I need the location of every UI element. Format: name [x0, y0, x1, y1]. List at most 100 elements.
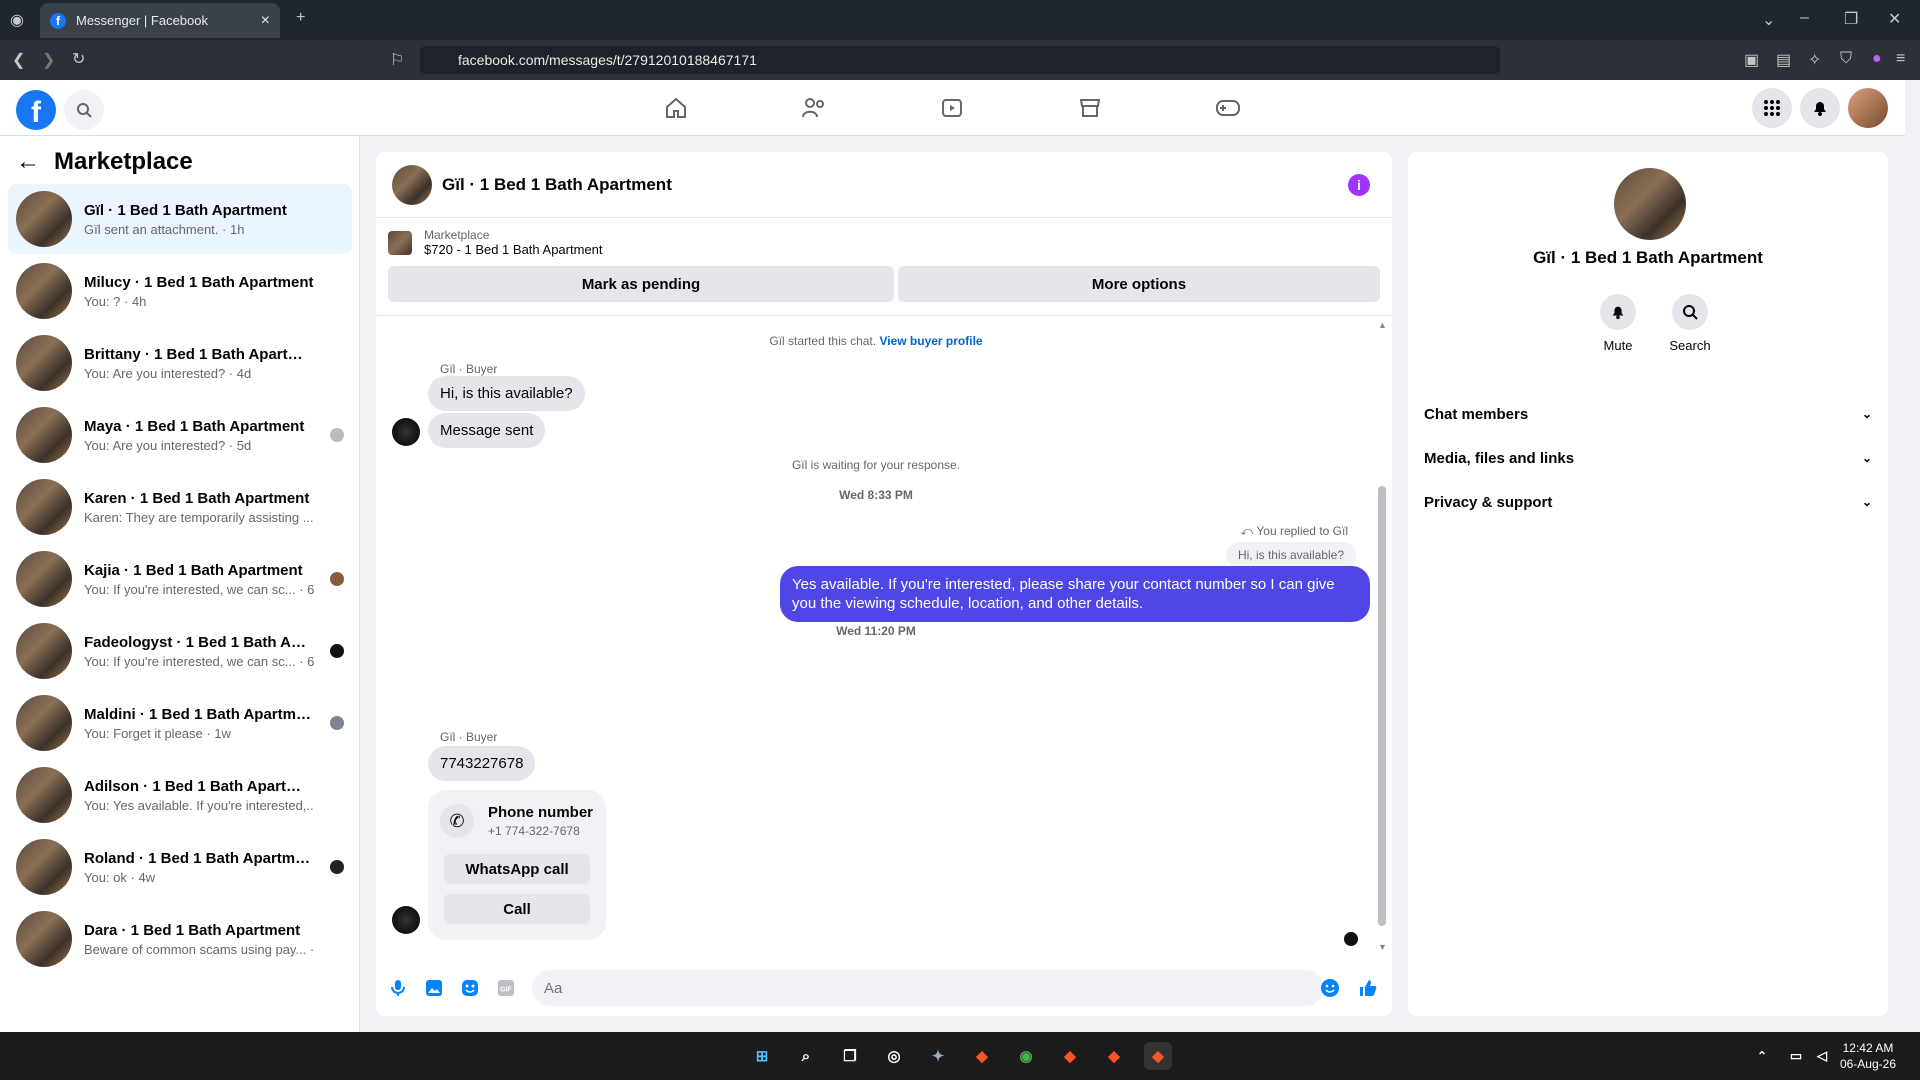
notifications-bell-icon[interactable] [1800, 88, 1840, 128]
listing-summary[interactable]: Marketplace $720 - 1 Bed 1 Bath Apartmen… [388, 228, 603, 257]
brave-browser-icon[interactable]: ◆ [1056, 1042, 1084, 1070]
menu-grid-icon[interactable] [1752, 88, 1792, 128]
conversation-item[interactable]: Brittany · 1 Bed 1 Bath Apartment You: Ar… [8, 328, 352, 398]
watch-icon[interactable] [938, 94, 966, 122]
back-icon[interactable]: ❮ [12, 50, 25, 70]
chat-members-section[interactable]: Chat members ⌄ [1424, 394, 1872, 434]
microphone-icon[interactable] [388, 978, 408, 998]
clock[interactable]: 12:42 AM 06-Aug-26 [1840, 1040, 1896, 1072]
scrollbar[interactable]: ▲ ▼ [1378, 320, 1387, 952]
incoming-message[interactable]: 7743227678 [428, 746, 536, 781]
avatar [16, 767, 72, 823]
profile-icon[interactable]: ● [1872, 50, 1882, 68]
incoming-message[interactable]: Hi, is this available? [428, 376, 585, 411]
reload-icon[interactable]: ↻ [72, 49, 85, 69]
conversation-preview: You: If you're interested, we can sc... … [84, 581, 314, 597]
photo-icon[interactable] [424, 978, 444, 998]
conversation-item[interactable]: Maya · 1 Bed 1 Bath Apartment You: Are yo… [8, 400, 352, 470]
facebook-favicon-icon: f [50, 12, 66, 29]
thumbs-up-icon[interactable] [1358, 978, 1378, 998]
browser-tab[interactable]: f Messenger | Facebook × [40, 3, 280, 38]
tab-list-icon[interactable]: ⌄ [1762, 10, 1775, 30]
scrollbar-thumb[interactable] [1378, 486, 1386, 926]
conversation-name: Roland · 1 Bed 1 Bath Apartment [84, 849, 314, 867]
incoming-message[interactable]: Message sent [428, 413, 546, 448]
message-input[interactable] [532, 970, 1324, 1006]
avatar[interactable] [392, 906, 420, 934]
conversation-item[interactable]: Milucy · 1 Bed 1 Bath Apartment You: ? · … [8, 256, 352, 326]
conversation-name: Gïl · 1 Bed 1 Bath Apartment [84, 201, 287, 219]
call-button[interactable]: Call [444, 894, 590, 924]
emoji-icon[interactable] [1320, 978, 1340, 998]
conversation-item[interactable]: Roland · 1 Bed 1 Bath Apartment You: ok ·… [8, 832, 352, 902]
wallet-icon[interactable]: ▤ [1776, 50, 1791, 70]
address-bar[interactable]: facebook.com/messages/t/2791201018846717… [420, 46, 1500, 74]
back-arrow-icon[interactable]: ← [16, 148, 40, 176]
avatar[interactable] [392, 418, 420, 446]
restore-icon[interactable]: ❐ [1844, 9, 1858, 29]
avatar[interactable] [392, 164, 432, 205]
app-icon[interactable]: ✦ [924, 1042, 952, 1070]
conversation-item[interactable]: Maldini · 1 Bed 1 Bath Apartment You: For… [8, 688, 352, 758]
app-icon[interactable]: ◎ [880, 1042, 908, 1070]
sender-label: Gïl · Buyer [440, 362, 498, 376]
window-close-icon[interactable]: ✕ [1888, 9, 1901, 29]
friends-icon[interactable] [800, 94, 828, 122]
conversation-item[interactable]: Adilson · 1 Bed 1 Bath Apartment You: Yes… [8, 760, 352, 830]
gaming-icon[interactable] [1214, 94, 1242, 122]
scroll-down-icon[interactable]: ▼ [1378, 942, 1387, 952]
search-icon[interactable]: ⌕ [792, 1042, 820, 1070]
browser-menu-icon-2[interactable]: ≡ [1896, 50, 1905, 68]
search-icon[interactable] [64, 90, 104, 130]
forward-icon[interactable]: ❯ [42, 50, 55, 70]
leo-icon[interactable]: ✧ [1808, 50, 1821, 70]
gif-icon[interactable]: GIF [496, 978, 516, 998]
bell-icon [1600, 294, 1636, 330]
quoted-message[interactable]: Hi, is this available? [1225, 542, 1356, 568]
conversation-item[interactable]: Dara · 1 Bed 1 Bath Apartment Beware of c… [8, 904, 352, 974]
whatsapp-call-button[interactable]: WhatsApp call [444, 854, 590, 884]
sidebar-toggle-icon[interactable]: ▣ [1744, 50, 1759, 70]
bookmark-icon[interactable]: ⚐ [390, 50, 404, 70]
conversation-preview: You: If you're interested, we can sc... … [84, 653, 314, 669]
mute-button[interactable]: Mute [1588, 294, 1648, 353]
view-buyer-profile-link[interactable]: View buyer profile [879, 334, 982, 348]
privacy-support-section[interactable]: Privacy & support ⌄ [1424, 482, 1872, 522]
chevron-up-icon[interactable]: ⌃ [1748, 1042, 1776, 1070]
facebook-logo-icon[interactable]: f [16, 90, 56, 130]
account-avatar[interactable] [1848, 88, 1888, 128]
mark-pending-button[interactable]: Mark as pending [388, 266, 894, 302]
start-icon[interactable]: ⊞ [748, 1042, 776, 1070]
scroll-up-icon[interactable]: ▲ [1378, 320, 1387, 330]
minimize-icon[interactable]: – [1800, 9, 1809, 27]
browser-menu-icon[interactable]: ◉ [10, 10, 24, 30]
chrome-icon[interactable]: ◉ [1012, 1042, 1040, 1070]
more-options-button[interactable]: More options [898, 266, 1380, 302]
marketplace-icon[interactable] [1076, 94, 1104, 122]
sticker-icon[interactable] [460, 978, 480, 998]
conversation-item[interactable]: Kajia · 1 Bed 1 Bath Apartment You: If yo… [8, 544, 352, 614]
network-icon[interactable]: ▭ [1782, 1042, 1810, 1070]
outgoing-message[interactable]: Yes available. If you're interested, ple… [780, 566, 1370, 622]
mute-label: Mute [1603, 338, 1633, 353]
volume-icon[interactable]: ◁ [1808, 1042, 1836, 1070]
search-conversation-button[interactable]: Search [1660, 294, 1720, 353]
brave-browser-icon[interactable]: ◆ [1100, 1042, 1128, 1070]
brave-browser-icon[interactable]: ◆ [1144, 1042, 1172, 1070]
conversation-item[interactable]: Gïl · 1 Bed 1 Bath Apartment Gïl sent an … [8, 184, 352, 254]
media-files-links-section[interactable]: Media, files and links ⌄ [1424, 438, 1872, 478]
brave-browser-icon[interactable]: ◆ [968, 1042, 996, 1070]
conversation-item[interactable]: Fadeologyst · 1 Bed 1 Bath Apart... You: … [8, 616, 352, 686]
new-tab-icon[interactable]: + [296, 9, 305, 27]
avatar [16, 263, 72, 319]
avatar [16, 191, 72, 247]
home-icon[interactable] [662, 94, 690, 122]
vpn-icon[interactable]: ⛉ [1840, 50, 1852, 68]
conversation-item[interactable]: Karen · 1 Bed 1 Bath Apartment Karen: The… [8, 472, 352, 542]
avatar[interactable] [1614, 168, 1686, 240]
task-view-icon[interactable]: ❐ [836, 1042, 864, 1070]
close-tab-icon[interactable]: × [261, 12, 270, 30]
chat-title[interactable]: Gïl · 1 Bed 1 Bath Apartment [442, 175, 672, 195]
info-icon[interactable]: i [1348, 174, 1370, 196]
reply-indicator: ⤺ You replied to Gïl [1240, 524, 1348, 539]
